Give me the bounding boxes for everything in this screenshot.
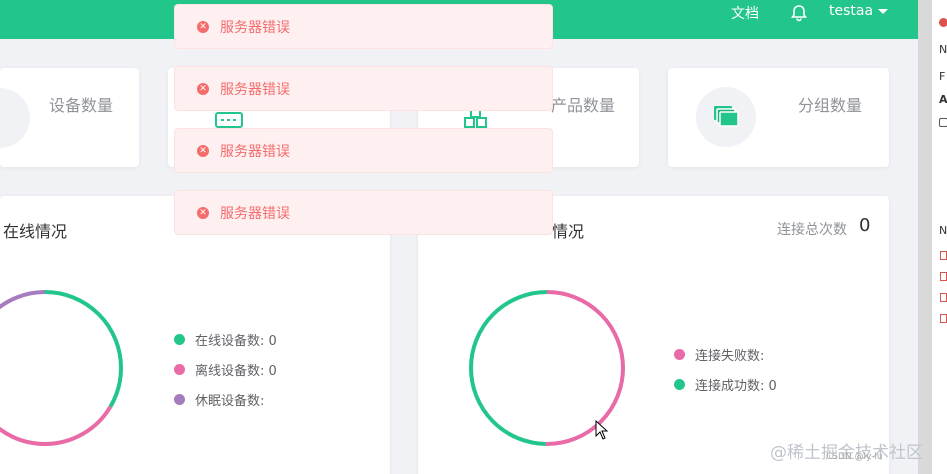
panel-title: 情况 — [552, 222, 585, 241]
legend-dot — [674, 378, 685, 390]
error-badge-icon — [939, 18, 947, 27]
devtools-text: N — [939, 43, 947, 56]
error-toast: ✕ 服务器错误 — [174, 4, 553, 49]
stat-label: 产品数量 — [551, 96, 616, 115]
error-toast: ✕ 服务器错误 — [174, 128, 553, 173]
legend-item: 连接失败数: — [674, 339, 777, 369]
stat-label: 分组数量 — [798, 96, 863, 115]
connection-status-panel: 情况 连接总次数 0 连接失败数: 连接成功数: 0 — [418, 196, 889, 474]
panel-title: 在线情况 — [3, 222, 68, 241]
legend-label: 在线设备数: 0 — [195, 333, 277, 349]
docs-link[interactable]: 文档 — [731, 3, 759, 23]
user-menu[interactable]: testaa — [829, 3, 873, 19]
legend-dot — [674, 348, 685, 360]
online-legend: 在线设备数: 0 离线设备数: 0 休眠设备数: — [174, 324, 277, 414]
device-icon — [0, 88, 30, 148]
group-count-card: 分组数量 — [668, 68, 889, 167]
legend-label: 连接失败数: — [695, 348, 765, 364]
devtools-text: N — [939, 224, 947, 237]
legend-item: 在线设备数: 0 — [174, 324, 277, 354]
error-toast: ✕ 服务器错误 — [174, 190, 553, 235]
toast-message: 服务器错误 — [220, 19, 290, 36]
chevron-down-icon[interactable] — [878, 9, 888, 14]
device-count-card: 设备数量 — [0, 68, 139, 167]
legend-dot — [174, 363, 185, 375]
devtools-row-marker — [940, 272, 947, 281]
devtools-row-marker — [940, 251, 947, 260]
error-toast: ✕ 服务器错误 — [174, 66, 553, 111]
connection-legend: 连接失败数: 连接成功数: 0 — [674, 339, 777, 399]
devtools-panel: N F A N — [918, 0, 947, 474]
toast-message: 服务器错误 — [220, 81, 290, 98]
legend-item: 休眠设备数: — [174, 384, 277, 414]
legend-label: 连接成功数: 0 — [695, 378, 777, 394]
devtools-text: A — [939, 93, 947, 106]
group-icon-bg — [696, 87, 756, 147]
bell-icon[interactable] — [790, 4, 808, 22]
checkbox[interactable] — [939, 118, 947, 127]
toast-message: 服务器错误 — [220, 205, 290, 222]
online-donut-chart — [0, 290, 123, 446]
legend-item: 连接成功数: 0 — [674, 369, 777, 399]
devtools-row-marker — [940, 314, 947, 323]
total-connections-label: 连接总次数 — [777, 222, 847, 238]
online-status-panel: 在线情况 在线设备数: 0 离线设备数: 0 休眠设备数: — [0, 196, 390, 474]
stat-label: 设备数量 — [49, 96, 114, 115]
legend-dot — [174, 393, 185, 405]
error-circle-icon: ✕ — [197, 20, 209, 33]
cursor-icon — [595, 420, 609, 440]
devtools-row-marker — [940, 293, 947, 302]
legend-item: 离线设备数: 0 — [174, 354, 277, 384]
error-circle-icon: ✕ — [197, 144, 209, 157]
group-icon — [714, 106, 739, 127]
legend-label: 休眠设备数: — [195, 393, 265, 409]
devtools-text: F — [939, 70, 946, 83]
legend-label: 离线设备数: 0 — [195, 363, 277, 379]
toast-message: 服务器错误 — [220, 143, 290, 160]
error-circle-icon: ✕ — [197, 82, 209, 95]
watermark-sub: CSDN @ly-lu — [826, 452, 883, 462]
legend-dot — [174, 333, 185, 345]
error-circle-icon: ✕ — [197, 206, 209, 219]
total-connections-value: 0 — [859, 215, 871, 236]
